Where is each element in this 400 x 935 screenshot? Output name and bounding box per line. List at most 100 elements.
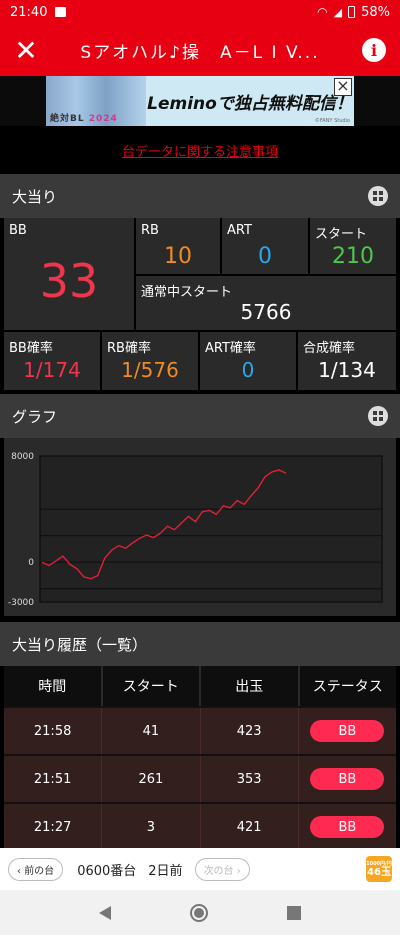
cell-start: 3 (102, 804, 201, 850)
start-count: 210 (332, 244, 374, 269)
cell-payout: 353 (201, 756, 299, 802)
cell-time: 21:27 (4, 804, 103, 850)
bb-count: 33 (39, 254, 99, 308)
app-bar: ✕ Sアオハル♪操 A－L I V... i (0, 24, 400, 76)
slump-chart: 8000 0 -3000 (8, 452, 383, 608)
cell-start: 261 (102, 756, 201, 802)
combined-prob-value: 1/134 (318, 358, 376, 382)
normal-start-label: 通常中スタート (141, 285, 233, 300)
status-badge: BB (310, 720, 385, 742)
rb-count-cell: RB 10 (136, 218, 220, 274)
home-icon[interactable] (189, 903, 208, 922)
coin-rate-badge[interactable]: 1000円/円 46玉 (366, 856, 392, 882)
battery-icon (348, 6, 356, 18)
next-machine-button[interactable]: 次の台 › (194, 857, 250, 881)
cell-status: BB (299, 708, 396, 754)
status-bar: 21:40 ◠ ◢ 58% (0, 0, 400, 24)
clock: 21:40 (10, 4, 48, 20)
cell-status: BB (299, 804, 396, 850)
grid-menu-icon[interactable] (368, 406, 388, 426)
ad-year-text: 絶対BL 2024 (50, 114, 118, 124)
table-row: 21:27 3 421 BB (4, 802, 396, 850)
cell-status: BB (299, 756, 396, 802)
y-tick-label: 8000 (11, 452, 34, 462)
rb-prob-cell: RB確率 1/576 (102, 332, 198, 390)
cell-time: 21:58 (4, 708, 103, 754)
table-header: 時間 スタート 出玉 ステータス (4, 666, 396, 706)
recent-apps-icon[interactable] (286, 905, 301, 920)
info-button[interactable]: i (348, 24, 400, 76)
art-label: ART (227, 223, 252, 238)
rb-prob-label: RB確率 (107, 341, 151, 356)
coin-rate-value: 46玉 (367, 866, 391, 878)
rb-count: 10 (164, 244, 192, 269)
cell-payout: 423 (201, 708, 299, 754)
machine-nav-bar: ‹ 前の台 0600番台 2日前 次の台 › 1000円/円 46玉 (0, 848, 400, 890)
start-count-cell: スタート 210 (310, 218, 396, 274)
combined-prob-label: 合成確率 (303, 341, 356, 356)
status-badge: BB (310, 768, 385, 790)
close-icon: ✕ (14, 33, 38, 67)
col-status: ステータス (299, 666, 396, 706)
prev-machine-button[interactable]: ‹ 前の台 (8, 857, 64, 881)
page-title: Sアオハル♪操 A－L I V... (80, 42, 320, 63)
art-prob-cell: ART確率 0 (200, 332, 296, 390)
prev-machine-label: 前の台 (24, 865, 55, 877)
jackpot-stats: BB 33 RB 10 ART 0 スタート 210 通常中スタート 5766 … (4, 218, 396, 392)
bb-label: BB (9, 223, 27, 238)
history-section-title: 大当り履歴（一覧） (12, 635, 148, 654)
machine-number: 0600番台 (77, 863, 137, 879)
art-count-cell: ART 0 (222, 218, 308, 274)
graph-section-header: グラフ (0, 394, 400, 438)
jackpot-section-header: 大当り (0, 174, 400, 218)
jackpot-section-title: 大当り (12, 187, 58, 206)
ad-headline: Leminoで独占無料配信！ (147, 93, 353, 114)
battery-level: 58% (361, 4, 390, 20)
cell-time: 21:51 (4, 756, 103, 802)
info-icon: i (362, 38, 386, 62)
status-badge: BB (310, 816, 385, 838)
table-row: 21:58 41 423 BB (4, 706, 396, 754)
history-table: 時間 スタート 出玉 ステータス 21:58 41 423 BB 21:51 2… (4, 666, 396, 850)
ad-image: 絶対BL 2024 (46, 76, 146, 126)
signal-icon: ◢ (333, 5, 343, 19)
grid-menu-icon[interactable] (368, 186, 388, 206)
cell-payout: 421 (201, 804, 299, 850)
rb-prob-value: 1/576 (121, 358, 179, 382)
system-nav-bar (0, 890, 400, 935)
col-time: 時間 (4, 666, 103, 706)
days-ago: 2日前 (148, 863, 183, 879)
col-start: スタート (102, 666, 201, 706)
y-tick-label: -3000 (8, 598, 34, 608)
next-machine-label: 次の台 (203, 865, 234, 877)
data-notice-link[interactable]: 台データに関する注意事項 (122, 141, 278, 160)
start-label: スタート (315, 227, 368, 242)
slump-graph: 8000 0 -3000 (4, 438, 396, 616)
graph-section-title: グラフ (12, 407, 58, 426)
ad-link[interactable]: 絶対BL 2024 Leminoで独占無料配信！ × ©FANY Studio (46, 76, 354, 126)
ad-close-button[interactable]: × (334, 78, 352, 96)
close-button[interactable]: ✕ (0, 24, 52, 76)
cell-start: 41 (102, 708, 201, 754)
col-payout: 出玉 (201, 666, 300, 706)
table-row: 21:51 261 353 BB (4, 754, 396, 802)
bb-prob-label: BB確率 (9, 341, 53, 356)
bb-prob-value: 1/174 (23, 358, 81, 382)
plot-area (39, 455, 383, 603)
art-prob-label: ART確率 (205, 341, 256, 356)
combined-prob-cell: 合成確率 1/134 (298, 332, 396, 390)
back-icon[interactable] (99, 905, 112, 920)
gallery-icon (55, 7, 67, 17)
ad-copyright: ©FANY Studio (314, 118, 350, 124)
art-prob-value: 0 (241, 358, 255, 382)
bb-prob-cell: BB確率 1/174 (4, 332, 100, 390)
wifi-icon: ◠ (317, 5, 328, 19)
notice-area: 台データに関する注意事項 (0, 126, 400, 174)
y-tick-label: 0 (28, 558, 34, 568)
normal-start-value: 5766 (240, 300, 292, 324)
normal-start-cell: 通常中スタート 5766 (136, 276, 396, 330)
rb-label: RB (141, 223, 159, 238)
history-section-header: 大当り履歴（一覧） (0, 622, 400, 666)
art-count: 0 (258, 244, 272, 269)
bb-count-cell: BB 33 (4, 218, 134, 330)
